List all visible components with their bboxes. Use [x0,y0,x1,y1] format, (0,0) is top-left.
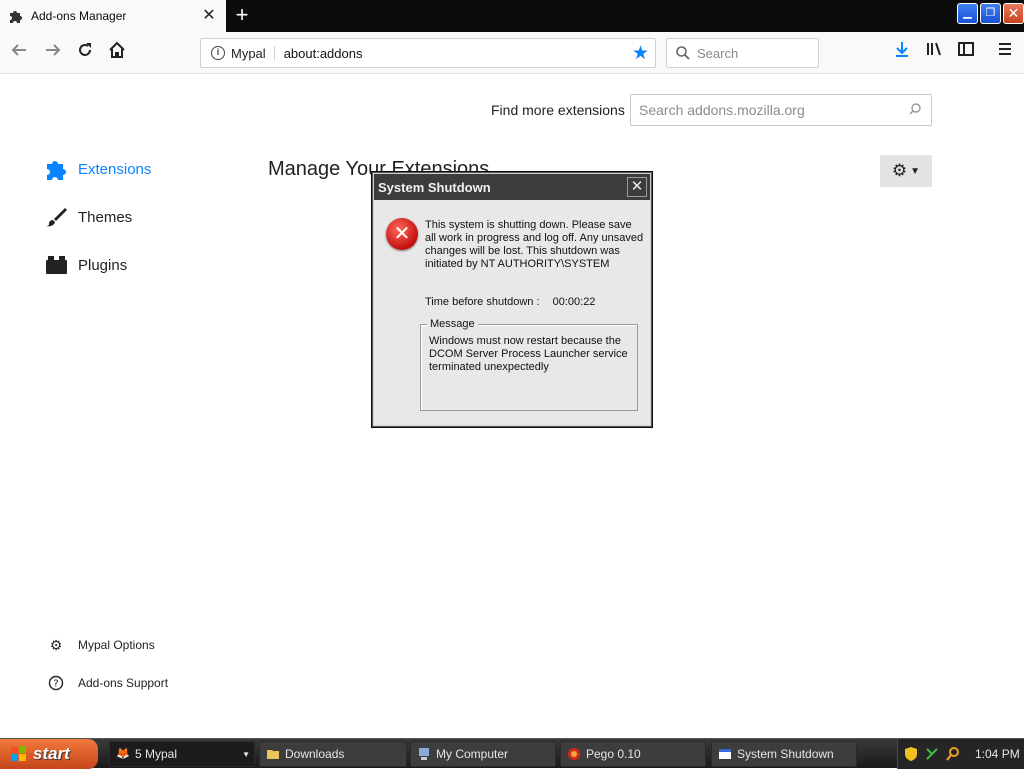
gear-icon: ⚙ [49,637,63,653]
taskbar-item-label: Pego 0.10 [586,747,641,761]
folder-icon [266,747,280,761]
category-label: Extensions [78,160,152,178]
search-icon[interactable] [908,102,922,119]
mypal-icon: 🦊 [116,748,130,760]
groupbox-text: Windows must now restart because the DCO… [429,335,628,373]
start-button[interactable]: start [0,739,98,769]
bookmark-star-icon[interactable]: ★ [632,42,649,65]
restore-button[interactable]: ❐ [980,3,1001,24]
taskbar-item-label: System Shutdown [737,747,834,761]
taskbar-item-my-computer[interactable]: My Computer [410,741,556,767]
tab-close-icon[interactable]: ✕ [200,7,218,25]
brush-icon [44,205,68,229]
minimize-button[interactable]: ▁ [957,3,978,24]
category-plugins[interactable]: Plugins [44,250,127,280]
error-icon: ✕ [386,218,418,250]
shutdown-timer: Time before shutdown : 00:00:22 [425,296,595,308]
puzzle-icon [44,157,68,181]
category-label: Plugins [78,256,128,274]
amo-search-placeholder: Search addons.mozilla.org [639,102,805,118]
taskbar-item-label: My Computer [436,747,509,761]
window-controls: ▁ ❐ ✕ [957,3,1024,24]
chevron-down-icon: ▼ [242,749,250,759]
mypal-options-link[interactable]: ⚙ Mypal Options [48,637,155,653]
security-shield-icon[interactable] [903,746,919,762]
info-icon[interactable]: i [211,46,225,60]
gear-icon: ⚙ [891,161,908,180]
new-tab-button[interactable]: + [230,4,254,28]
groupbox-label: Message [427,318,478,330]
clock: 1:04 PM [975,747,1020,761]
help-icon: ? [48,675,64,691]
category-label: Themes [78,208,133,226]
window-close-button[interactable]: ✕ [1003,3,1024,24]
puzzle-icon [8,8,24,24]
url-bar[interactable]: i Mypal about:addons ★ [200,38,656,68]
reload-button[interactable] [72,40,98,66]
tools-menu-button[interactable]: ⚙ ▼ [880,155,932,187]
computer-icon [417,747,431,761]
start-label: start [33,744,70,763]
options-label: Mypal Options [78,638,155,652]
forward-button[interactable] [40,40,66,66]
shutdown-message: This system is shutting down. Please sav… [425,219,644,270]
plugin-icon [44,253,68,277]
url-input[interactable]: about:addons [284,46,632,61]
network-icon[interactable] [924,746,940,762]
home-button[interactable] [104,40,130,66]
support-label: Add-ons Support [78,676,169,690]
downloads-icon[interactable] [889,40,915,66]
taskbar-item-mypal[interactable]: 🦊 5 Mypal ▼ [109,741,255,767]
taskbar-item-system-shutdown[interactable]: System Shutdown [711,741,857,767]
timer-value: 00:00:22 [552,296,596,308]
sidebar-icon[interactable] [953,40,979,66]
chevron-down-icon: ▼ [910,165,921,177]
amo-search-input[interactable]: Search addons.mozilla.org [630,94,932,126]
tab-addons-manager[interactable]: Add-ons Manager ✕ [0,0,226,32]
taskbar-item-downloads[interactable]: Downloads [259,741,407,767]
library-icon[interactable] [921,40,947,66]
menu-icon[interactable] [992,40,1018,66]
svg-text:?: ? [53,679,58,690]
taskbar-item-label: 5 Mypal [135,747,178,761]
dialog-title: System Shutdown [378,179,491,195]
taskbar-item-pego[interactable]: Pego 0.10 [560,741,706,767]
pego-icon [567,747,581,761]
dialog-close-button[interactable]: ✕ [627,177,647,197]
tab-strip: Add-ons Manager ✕ + ▁ ❐ ✕ [0,0,1024,32]
message-groupbox: Message Windows must now restart because… [420,318,638,411]
search-placeholder: Search [697,45,739,61]
timer-label: Time before shutdown : [425,296,540,308]
taskbar: start 🦊 5 Mypal ▼ Downloads My Computer … [0,738,1024,769]
dialog-titlebar[interactable]: System Shutdown ✕ [374,174,650,200]
nav-toolbar: i Mypal about:addons ★ Search [0,32,1024,74]
search-input[interactable]: Search [666,38,819,68]
category-themes[interactable]: Themes [44,202,132,232]
search-tray-icon[interactable] [945,746,961,762]
system-shutdown-dialog: System Shutdown ✕ ✕ This system is shutt… [371,171,653,428]
back-button[interactable] [6,40,32,66]
windows-flag-icon [10,745,28,763]
taskbar-item-label: Downloads [285,747,345,761]
dialog-body: ✕ This system is shutting down. Please s… [374,200,650,425]
addons-support-link[interactable]: ? Add-ons Support [48,675,168,691]
tab-title: Add-ons Manager [31,9,127,23]
identity-label[interactable]: Mypal [231,45,275,61]
category-extensions[interactable]: Extensions [44,154,151,184]
window-icon [718,747,732,761]
find-more-label: Find more extensions [491,102,625,118]
search-icon [675,45,691,61]
system-tray: 1:04 PM [897,739,1024,769]
